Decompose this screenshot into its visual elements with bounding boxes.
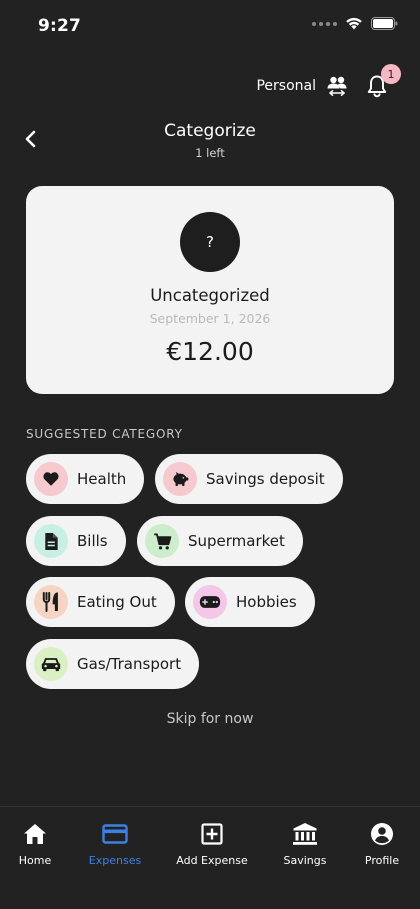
nav-expenses[interactable]: Expenses bbox=[70, 821, 160, 867]
nav-label: Home bbox=[18, 854, 52, 867]
page-title: Categorize bbox=[164, 121, 256, 141]
car-icon bbox=[34, 647, 68, 681]
category-avatar: ? bbox=[180, 212, 240, 272]
status-bar: 9:27 bbox=[0, 0, 420, 52]
bottom-nav: Home Expenses Add Expense Savings Profil… bbox=[0, 806, 420, 909]
profile-icon bbox=[369, 821, 395, 847]
suggested-category-heading: SUGGESTED CATEGORY bbox=[26, 427, 183, 441]
nav-label: Add Expense bbox=[176, 854, 248, 867]
category-label: Eating Out bbox=[77, 593, 157, 611]
notifications-button[interactable]: 1 bbox=[364, 64, 401, 99]
category-chip-health[interactable]: Health bbox=[26, 454, 145, 504]
nav-label: Profile bbox=[364, 854, 400, 867]
category-label: Health bbox=[77, 470, 127, 488]
switch-account-button[interactable] bbox=[324, 73, 350, 99]
home-icon bbox=[22, 821, 48, 847]
card-icon bbox=[102, 821, 128, 847]
category-label: Hobbies bbox=[236, 593, 297, 611]
category-label: Gas/Transport bbox=[77, 655, 182, 673]
wifi-icon bbox=[346, 17, 362, 30]
category-label: Supermarket bbox=[188, 532, 285, 550]
nav-label: Expenses bbox=[88, 854, 142, 867]
category-label: Bills bbox=[77, 532, 108, 550]
signal-icon bbox=[312, 21, 337, 26]
bank-icon bbox=[292, 821, 318, 847]
nav-home[interactable]: Home bbox=[0, 821, 80, 867]
nav-label: Savings bbox=[283, 854, 327, 867]
remaining-count: 1 left bbox=[195, 146, 225, 160]
category-chip-bills[interactable]: Bills bbox=[26, 516, 126, 566]
category-chip-gas-transport[interactable]: Gas/Transport bbox=[26, 639, 200, 689]
category-chip-hobbies[interactable]: Hobbies bbox=[185, 577, 315, 627]
category-chip-eating-out[interactable]: Eating Out bbox=[26, 577, 175, 627]
cart-icon bbox=[145, 524, 179, 558]
transaction-date: September 1, 2026 bbox=[149, 311, 271, 326]
status-time: 9:27 bbox=[38, 16, 82, 36]
categorize-screen: 9:27 Personal 1 Categorize 1 left ? Unca… bbox=[0, 0, 420, 909]
nav-profile[interactable]: Profile bbox=[337, 821, 420, 867]
transaction-amount: €12.00 bbox=[166, 337, 254, 366]
category-label: Savings deposit bbox=[206, 470, 325, 488]
account-row: Personal 1 bbox=[256, 64, 401, 102]
nav-add-expense[interactable]: Add Expense bbox=[167, 821, 257, 867]
notification-badge: 1 bbox=[381, 64, 401, 84]
document-icon bbox=[34, 524, 68, 558]
plus-box-icon bbox=[199, 821, 225, 847]
utensils-icon bbox=[34, 585, 68, 619]
category-chip-supermarket[interactable]: Supermarket bbox=[137, 516, 303, 566]
battery-icon bbox=[371, 17, 398, 30]
transaction-name: Uncategorized bbox=[150, 286, 270, 305]
status-icons bbox=[312, 17, 398, 30]
gamepad-icon bbox=[193, 585, 227, 619]
account-label[interactable]: Personal bbox=[256, 78, 316, 94]
heart-icon bbox=[34, 462, 68, 496]
category-chip-savings-deposit[interactable]: Savings deposit bbox=[155, 454, 343, 504]
people-switch-icon bbox=[327, 76, 347, 96]
transaction-card: ? Uncategorized September 1, 2026 €12.00 bbox=[26, 186, 394, 394]
piggy-bank-icon bbox=[163, 462, 197, 496]
skip-button[interactable]: Skip for now bbox=[0, 711, 420, 727]
